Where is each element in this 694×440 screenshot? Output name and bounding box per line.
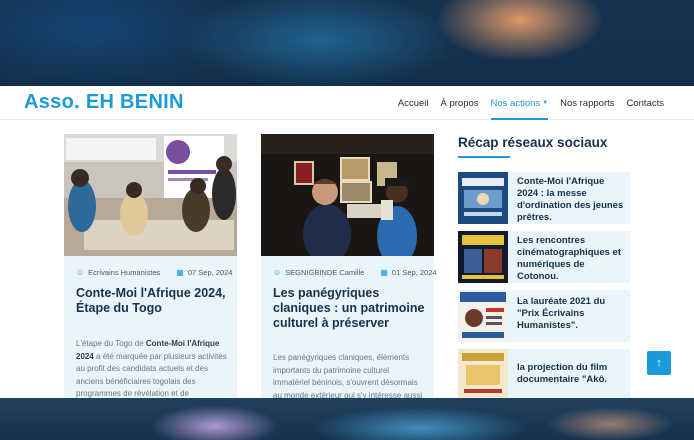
nav-item-a-propos[interactable]: À propos — [434, 86, 484, 120]
nav-item-label: Nos actions — [490, 97, 541, 109]
sidebar-item[interactable]: Conte-Moi l'Afrique 2024 : la messe d'or… — [458, 172, 630, 224]
sidebar-title-underline — [458, 156, 510, 158]
sidebar-item[interactable]: la projection du film documentaire "Akô. — [458, 349, 630, 398]
sidebar-thumbnail — [458, 290, 508, 342]
post-author[interactable]: SEGNIGBINDE Camille — [285, 268, 364, 277]
sidebar-item-text[interactable]: Conte-Moi l'Afrique 2024 : la messe d'or… — [517, 176, 627, 224]
user-icon: ☺ — [273, 268, 282, 277]
sidebar-thumbnail — [458, 172, 508, 224]
user-icon: ☺ — [76, 268, 85, 277]
post-meta: ☺ SEGNIGBINDE Camille ▦ 01 Sep, 2024 — [273, 268, 437, 277]
main-nav: Accueil À propos Nos actions ▼ Nos rappor… — [392, 86, 670, 120]
sidebar-item-text[interactable]: La lauréate 2021 du "Prix Écrivains Huma… — [517, 296, 627, 332]
post-card[interactable]: ☺ Ecrivains Humanistes ▦ 07 Sep, 2024 Co… — [64, 134, 237, 398]
post-author[interactable]: Ecrivains Humanistes — [88, 268, 160, 277]
post-title[interactable]: Conte-Moi l'Afrique 2024, Étape du Togo — [76, 286, 232, 316]
post-excerpt: Les panégyriques claniques, éléments imp… — [273, 353, 423, 398]
nav-item-nos-rapports[interactable]: Nos rapports — [554, 86, 620, 120]
nav-item-accueil[interactable]: Accueil — [392, 86, 435, 120]
sidebar-item-text[interactable]: la projection du film documentaire "Akô. — [517, 362, 627, 386]
site-logo[interactable]: Asso. EH BENIN — [24, 91, 184, 114]
sidebar-item-text[interactable]: Les rencontres cinématographiques et num… — [517, 235, 627, 283]
sidebar-title: Récap réseaux sociaux — [458, 135, 608, 150]
sidebar-item[interactable]: Les rencontres cinématographiques et num… — [458, 231, 630, 283]
post-card[interactable]: ☺ SEGNIGBINDE Camille ▦ 01 Sep, 2024 Les… — [261, 134, 437, 398]
back-to-top-button[interactable]: ↑ — [647, 351, 671, 375]
calendar-icon: ▦ — [380, 268, 388, 277]
nav-item-contacts[interactable]: Contacts — [621, 86, 671, 120]
calendar-icon: ▦ — [176, 268, 184, 277]
post-title[interactable]: Les panégyriques claniques : un patrimoi… — [273, 286, 429, 331]
post-date: 07 Sep, 2024 — [187, 268, 233, 277]
caret-down-icon: ▼ — [542, 100, 549, 106]
post-date: 01 Sep, 2024 — [391, 268, 437, 277]
nav-item-nos-actions[interactable]: Nos actions ▼ — [485, 86, 555, 120]
site-header: Asso. EH BENIN Accueil À propos Nos acti… — [0, 86, 694, 120]
post-image[interactable] — [64, 134, 237, 256]
sidebar-item[interactable]: La lauréate 2021 du "Prix Écrivains Huma… — [458, 290, 630, 342]
main-content: ☺ Ecrivains Humanistes ▦ 07 Sep, 2024 Co… — [0, 120, 694, 398]
post-meta: ☺ Ecrivains Humanistes ▦ 07 Sep, 2024 — [76, 268, 232, 277]
arrow-up-icon: ↑ — [656, 357, 662, 369]
post-excerpt: L'étape du Togo de Conte-Moi l'Afrique 2… — [76, 339, 227, 398]
sidebar-thumbnail — [458, 349, 508, 398]
sidebar-thumbnail — [458, 231, 508, 283]
post-image[interactable] — [261, 134, 434, 256]
footer-background — [0, 398, 694, 440]
